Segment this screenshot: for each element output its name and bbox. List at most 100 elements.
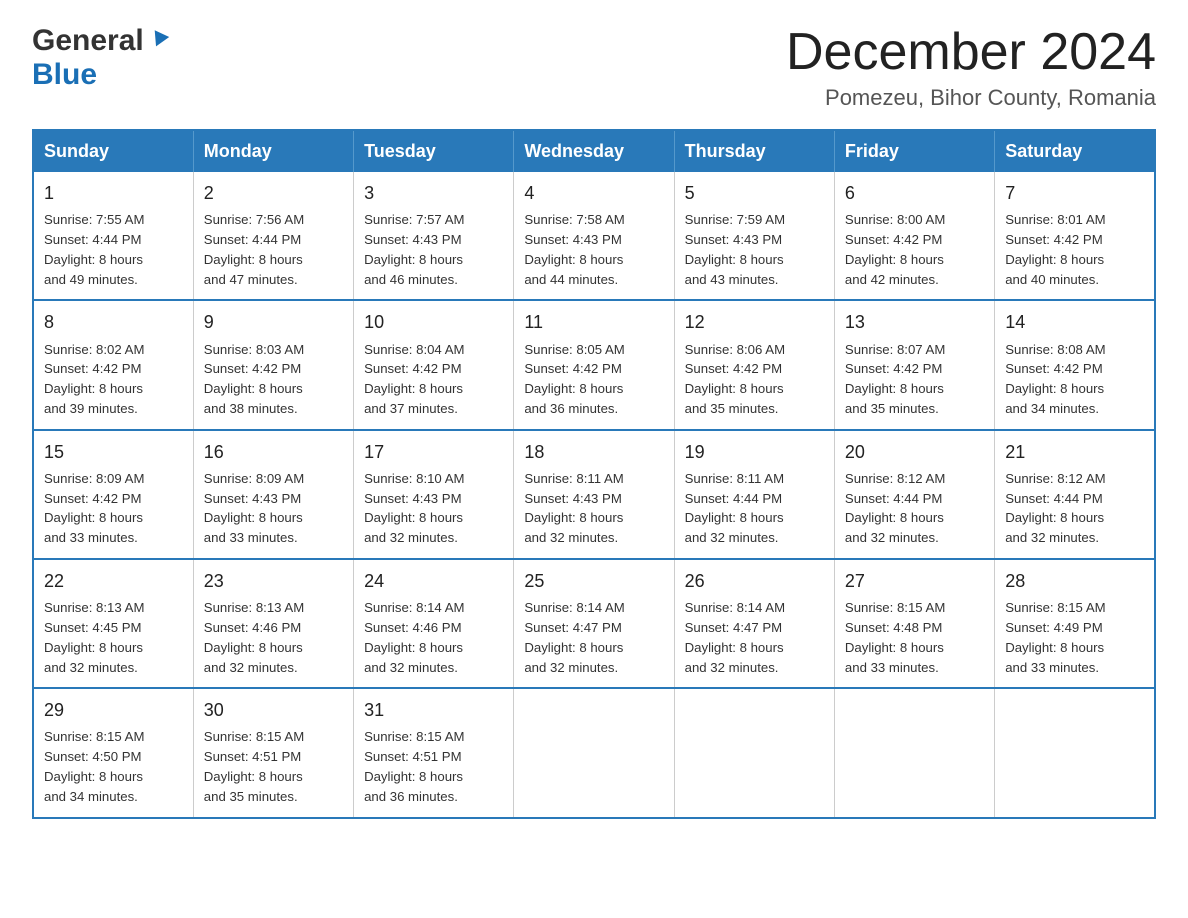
- calendar-week-1: 1Sunrise: 7:55 AMSunset: 4:44 PMDaylight…: [33, 172, 1155, 300]
- day-info: Sunrise: 8:03 AMSunset: 4:42 PMDaylight:…: [204, 340, 343, 419]
- day-info: Sunrise: 7:58 AMSunset: 4:43 PMDaylight:…: [524, 210, 663, 289]
- day-number: 25: [524, 568, 663, 594]
- table-row: 21 Sunrise: 8:12 AMSunset: 4:44 PMDayligh…: [995, 430, 1155, 559]
- day-info: Sunrise: 8:15 AMSunset: 4:50 PMDaylight:…: [44, 727, 183, 806]
- day-info: Sunrise: 8:12 AMSunset: 4:44 PMDaylight:…: [845, 469, 984, 548]
- day-number: 13: [845, 309, 984, 335]
- table-row: 18 Sunrise: 8:11 AMSunset: 4:43 PMDayligh…: [514, 430, 674, 559]
- day-number: 12: [685, 309, 824, 335]
- day-info: Sunrise: 8:15 AMSunset: 4:48 PMDaylight:…: [845, 598, 984, 677]
- table-row: 31 Sunrise: 8:15 AMSunset: 4:51 PMDayligh…: [354, 688, 514, 817]
- col-sunday: Sunday: [33, 130, 193, 172]
- calendar-week-3: 15 Sunrise: 8:09 AMSunset: 4:42 PMDayligh…: [33, 430, 1155, 559]
- day-number: 19: [685, 439, 824, 465]
- table-row: 11 Sunrise: 8:05 AMSunset: 4:42 PMDayligh…: [514, 300, 674, 429]
- day-info: Sunrise: 8:13 AMSunset: 4:46 PMDaylight:…: [204, 598, 343, 677]
- table-row: [514, 688, 674, 817]
- day-info: Sunrise: 8:15 AMSunset: 4:49 PMDaylight:…: [1005, 598, 1144, 677]
- day-info: Sunrise: 8:13 AMSunset: 4:45 PMDaylight:…: [44, 598, 183, 677]
- day-info: Sunrise: 8:09 AMSunset: 4:42 PMDaylight:…: [44, 469, 183, 548]
- table-row: 12 Sunrise: 8:06 AMSunset: 4:42 PMDayligh…: [674, 300, 834, 429]
- day-number: 5: [685, 180, 824, 206]
- day-info: Sunrise: 7:57 AMSunset: 4:43 PMDaylight:…: [364, 210, 503, 289]
- table-row: 6 Sunrise: 8:00 AMSunset: 4:42 PMDaylight…: [834, 172, 994, 300]
- col-friday: Friday: [834, 130, 994, 172]
- table-row: 3 Sunrise: 7:57 AMSunset: 4:43 PMDaylight…: [354, 172, 514, 300]
- day-info: Sunrise: 8:12 AMSunset: 4:44 PMDaylight:…: [1005, 469, 1144, 548]
- calendar-header-row: Sunday Monday Tuesday Wednesday Thursday…: [33, 130, 1155, 172]
- day-number: 27: [845, 568, 984, 594]
- day-info: Sunrise: 7:55 AMSunset: 4:44 PMDaylight:…: [44, 210, 183, 289]
- table-row: 5 Sunrise: 7:59 AMSunset: 4:43 PMDaylight…: [674, 172, 834, 300]
- day-info: Sunrise: 8:01 AMSunset: 4:42 PMDaylight:…: [1005, 210, 1144, 289]
- day-number: 18: [524, 439, 663, 465]
- table-row: [995, 688, 1155, 817]
- day-number: 16: [204, 439, 343, 465]
- table-row: 26 Sunrise: 8:14 AMSunset: 4:47 PMDayligh…: [674, 559, 834, 688]
- table-row: 24Sunrise: 8:14 AMSunset: 4:46 PMDayligh…: [354, 559, 514, 688]
- day-info: Sunrise: 8:14 AMSunset: 4:47 PMDaylight:…: [524, 598, 663, 677]
- day-info: Sunrise: 8:00 AMSunset: 4:42 PMDaylight:…: [845, 210, 984, 289]
- table-row: 28 Sunrise: 8:15 AMSunset: 4:49 PMDayligh…: [995, 559, 1155, 688]
- day-number: 24: [364, 568, 503, 594]
- table-row: 27 Sunrise: 8:15 AMSunset: 4:48 PMDayligh…: [834, 559, 994, 688]
- day-info: Sunrise: 8:06 AMSunset: 4:42 PMDaylight:…: [685, 340, 824, 419]
- day-info: Sunrise: 8:05 AMSunset: 4:42 PMDaylight:…: [524, 340, 663, 419]
- day-info: Sunrise: 8:07 AMSunset: 4:42 PMDaylight:…: [845, 340, 984, 419]
- day-number: 6: [845, 180, 984, 206]
- logo-blue-text: Blue: [32, 58, 97, 92]
- title-block: December 2024 Pomezeu, Bihor County, Rom…: [786, 24, 1156, 111]
- day-number: 26: [685, 568, 824, 594]
- logo: General Blue: [32, 24, 170, 92]
- day-info: Sunrise: 7:56 AMSunset: 4:44 PMDaylight:…: [204, 210, 343, 289]
- day-number: 23: [204, 568, 343, 594]
- table-row: 1Sunrise: 7:55 AMSunset: 4:44 PMDaylight…: [33, 172, 193, 300]
- day-info: Sunrise: 8:14 AMSunset: 4:47 PMDaylight:…: [685, 598, 824, 677]
- day-number: 17: [364, 439, 503, 465]
- day-number: 7: [1005, 180, 1144, 206]
- calendar-week-4: 22Sunrise: 8:13 AMSunset: 4:45 PMDayligh…: [33, 559, 1155, 688]
- table-row: [834, 688, 994, 817]
- table-row: 4 Sunrise: 7:58 AMSunset: 4:43 PMDaylight…: [514, 172, 674, 300]
- day-number: 29: [44, 697, 183, 723]
- day-info: Sunrise: 8:09 AMSunset: 4:43 PMDaylight:…: [204, 469, 343, 548]
- day-info: Sunrise: 8:10 AMSunset: 4:43 PMDaylight:…: [364, 469, 503, 548]
- day-info: Sunrise: 8:11 AMSunset: 4:43 PMDaylight:…: [524, 469, 663, 548]
- table-row: 29 Sunrise: 8:15 AMSunset: 4:50 PMDayligh…: [33, 688, 193, 817]
- page-header: General Blue December 2024 Pomezeu, Biho…: [32, 24, 1156, 111]
- day-info: Sunrise: 8:15 AMSunset: 4:51 PMDaylight:…: [204, 727, 343, 806]
- day-number: 3: [364, 180, 503, 206]
- table-row: 19 Sunrise: 8:11 AMSunset: 4:44 PMDayligh…: [674, 430, 834, 559]
- col-thursday: Thursday: [674, 130, 834, 172]
- day-info: Sunrise: 7:59 AMSunset: 4:43 PMDaylight:…: [685, 210, 824, 289]
- day-number: 20: [845, 439, 984, 465]
- table-row: 16 Sunrise: 8:09 AMSunset: 4:43 PMDayligh…: [193, 430, 353, 559]
- calendar-week-2: 8 Sunrise: 8:02 AMSunset: 4:42 PMDaylight…: [33, 300, 1155, 429]
- day-number: 4: [524, 180, 663, 206]
- logo-general-text: General: [32, 24, 144, 58]
- calendar-week-5: 29 Sunrise: 8:15 AMSunset: 4:50 PMDayligh…: [33, 688, 1155, 817]
- day-info: Sunrise: 8:15 AMSunset: 4:51 PMDaylight:…: [364, 727, 503, 806]
- table-row: 2Sunrise: 7:56 AMSunset: 4:44 PMDaylight…: [193, 172, 353, 300]
- day-number: 15: [44, 439, 183, 465]
- day-number: 31: [364, 697, 503, 723]
- table-row: 25 Sunrise: 8:14 AMSunset: 4:47 PMDayligh…: [514, 559, 674, 688]
- table-row: 8 Sunrise: 8:02 AMSunset: 4:42 PMDaylight…: [33, 300, 193, 429]
- day-info: Sunrise: 8:02 AMSunset: 4:42 PMDaylight:…: [44, 340, 183, 419]
- table-row: 10Sunrise: 8:04 AMSunset: 4:42 PMDayligh…: [354, 300, 514, 429]
- day-info: Sunrise: 8:11 AMSunset: 4:44 PMDaylight:…: [685, 469, 824, 548]
- table-row: 15 Sunrise: 8:09 AMSunset: 4:42 PMDayligh…: [33, 430, 193, 559]
- day-number: 28: [1005, 568, 1144, 594]
- table-row: 20 Sunrise: 8:12 AMSunset: 4:44 PMDayligh…: [834, 430, 994, 559]
- day-number: 8: [44, 309, 183, 335]
- table-row: 22Sunrise: 8:13 AMSunset: 4:45 PMDayligh…: [33, 559, 193, 688]
- col-monday: Monday: [193, 130, 353, 172]
- month-title: December 2024: [786, 24, 1156, 81]
- col-tuesday: Tuesday: [354, 130, 514, 172]
- table-row: 14Sunrise: 8:08 AMSunset: 4:42 PMDayligh…: [995, 300, 1155, 429]
- day-number: 11: [524, 309, 663, 335]
- day-number: 14: [1005, 309, 1144, 335]
- col-wednesday: Wednesday: [514, 130, 674, 172]
- table-row: 9Sunrise: 8:03 AMSunset: 4:42 PMDaylight…: [193, 300, 353, 429]
- day-number: 21: [1005, 439, 1144, 465]
